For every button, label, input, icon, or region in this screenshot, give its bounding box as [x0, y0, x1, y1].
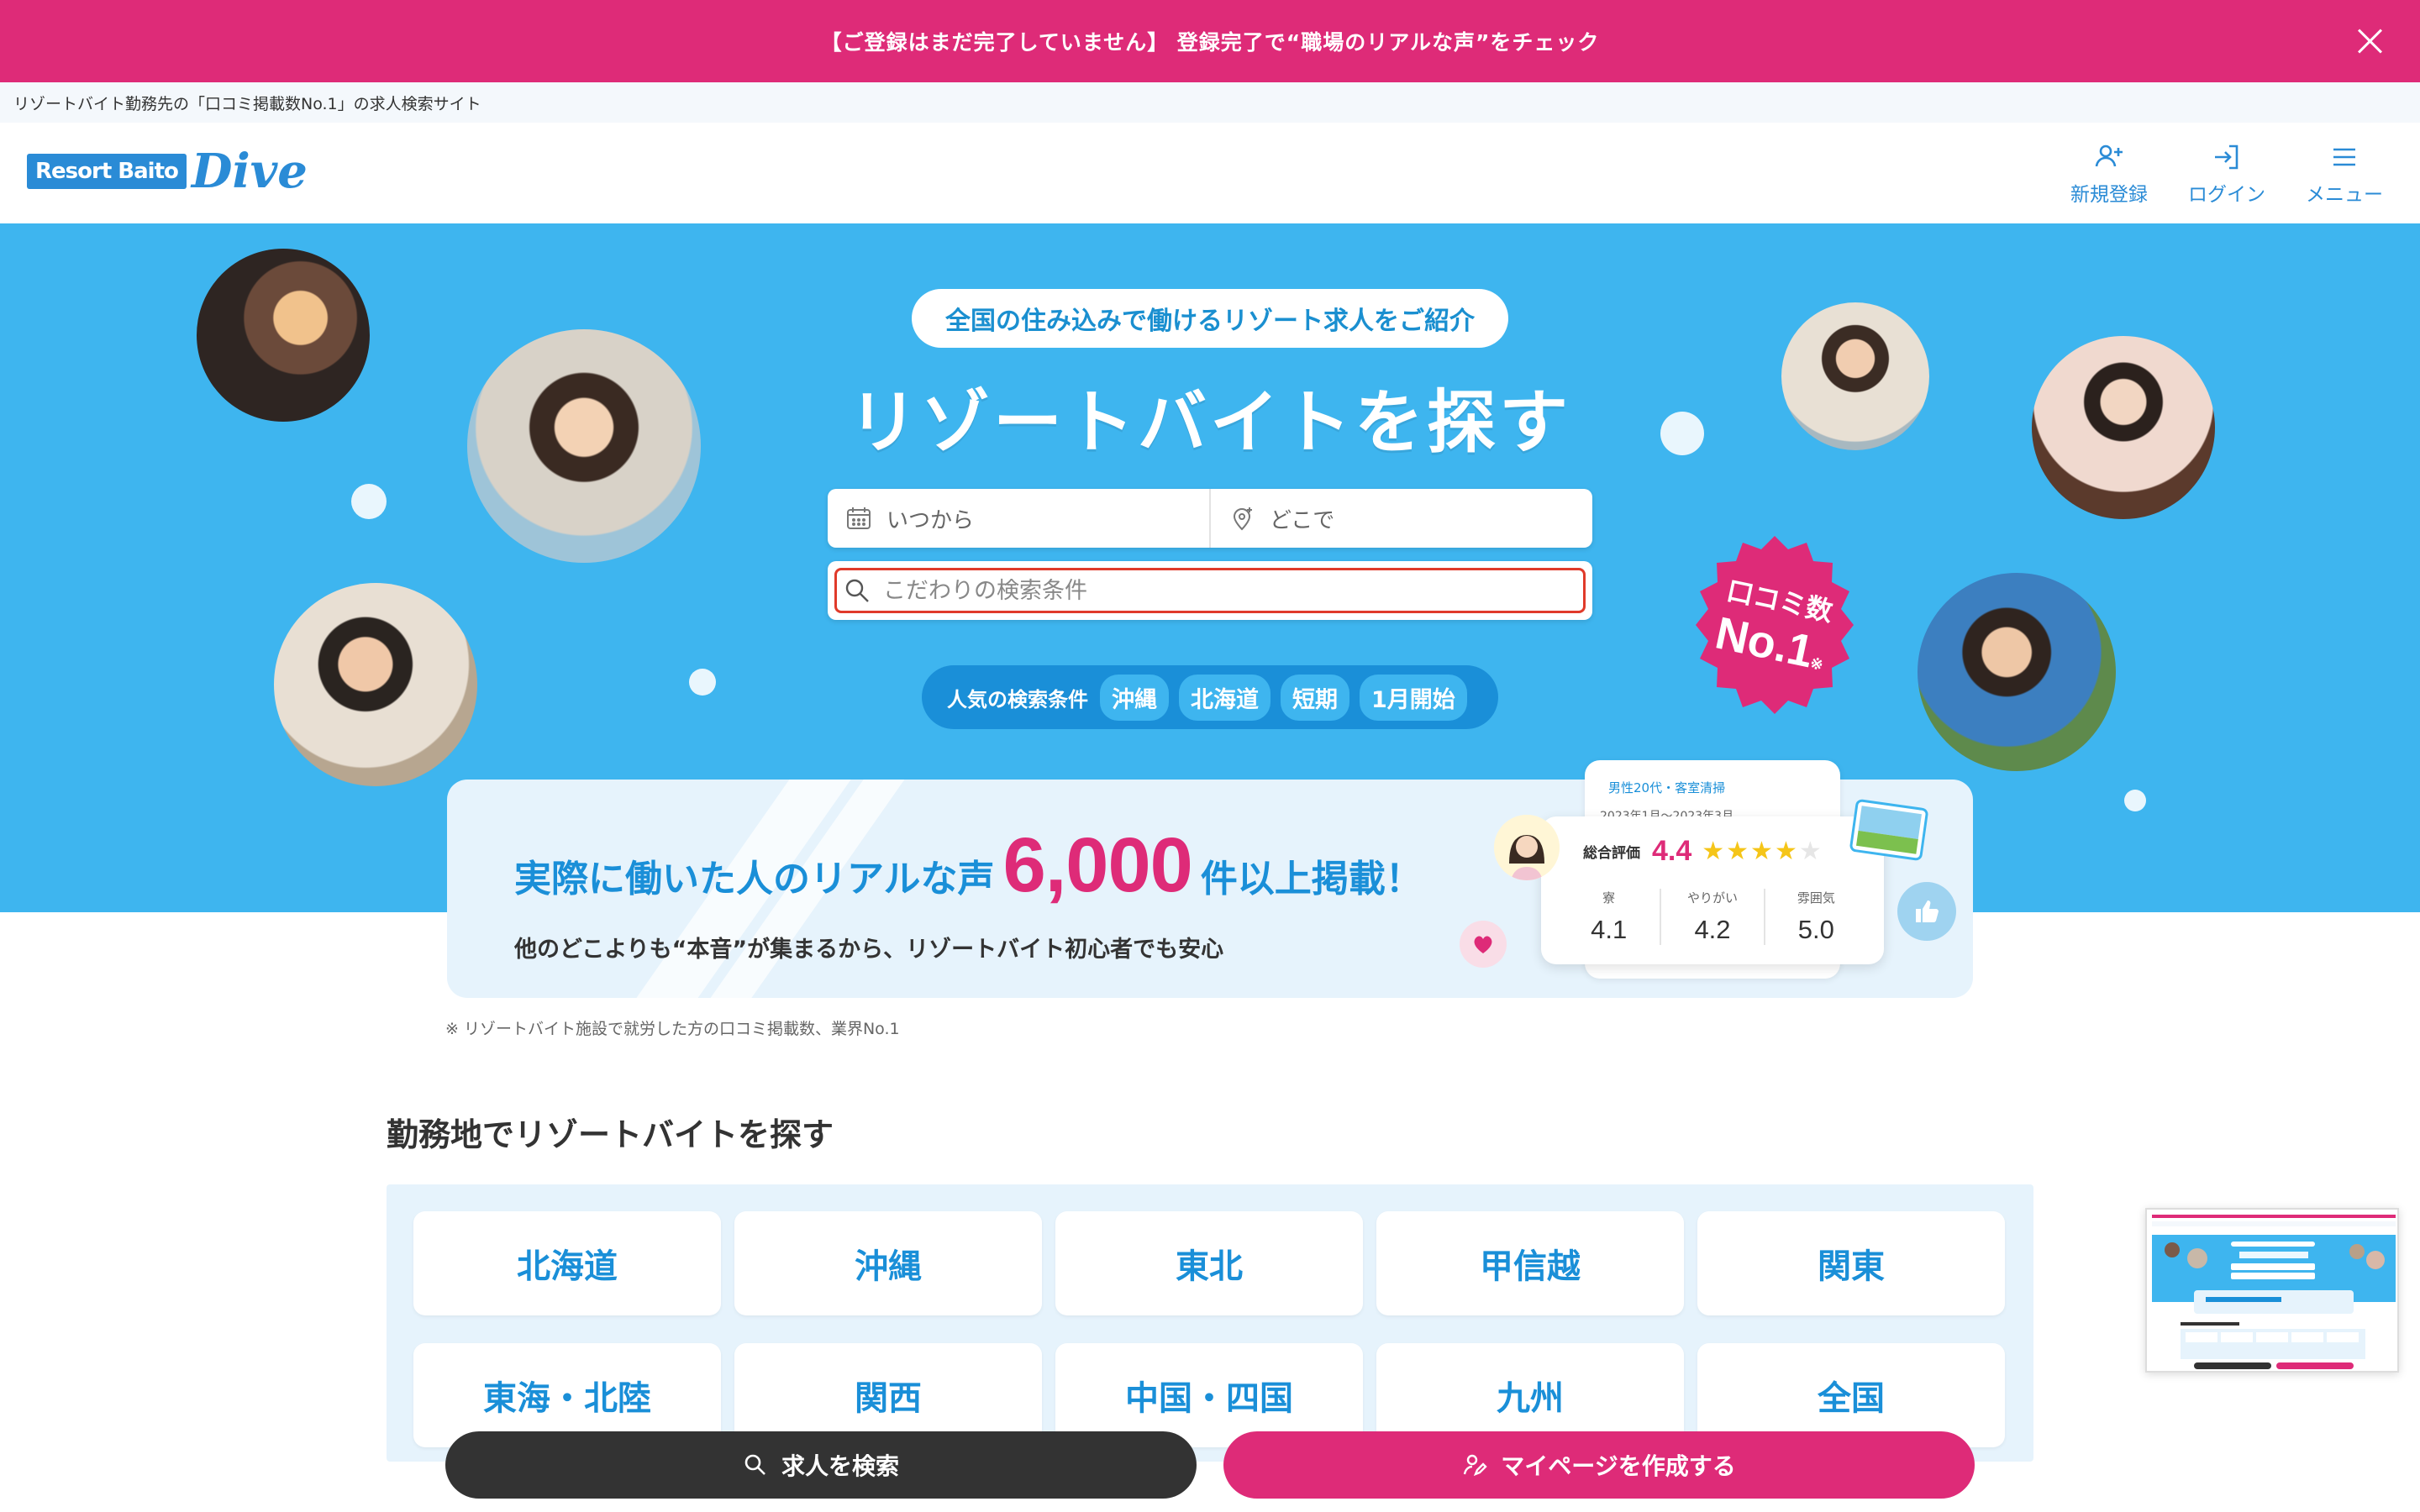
- review-subtext: 他のどこよりも“本音”が集まるから、リゾートバイト初心者でも安心: [514, 937, 1224, 963]
- area-grid: 北海道 沖縄 東北 甲信越 関東 東海・北陸 関西 中国・四国 九州 全国: [387, 1184, 2033, 1462]
- area-tohoku[interactable]: 東北: [1055, 1211, 1363, 1315]
- menu-button[interactable]: メニュー: [2302, 139, 2386, 207]
- review-count-badge: 口コミ数 No.1※: [1681, 531, 1869, 719]
- when-field[interactable]: いつから: [828, 489, 1209, 548]
- heart-icon: [1460, 921, 1507, 968]
- decor-dot: [689, 669, 716, 696]
- create-mypage-button[interactable]: マイページを作成する: [1223, 1431, 1975, 1499]
- overall-score: 4.4: [1652, 835, 1692, 867]
- site-header: Resort Baito Dive 新規登録 ログイン メニュー: [0, 123, 2420, 223]
- search-icon: [744, 1454, 765, 1475]
- user-edit-icon: [1464, 1454, 1487, 1477]
- popular-conditions: 人気の検索条件 沖縄 北海道 短期 1月開始: [922, 665, 1498, 729]
- hero-photo-man: [274, 583, 477, 786]
- location-pin-icon: [1233, 507, 1252, 531]
- area-okinawa[interactable]: 沖縄: [734, 1211, 1042, 1315]
- area-section-title: 勤務地でリゾートバイトを探す: [387, 1116, 834, 1153]
- where-field[interactable]: どこで: [1209, 489, 1592, 548]
- notice-text: 【ご登録はまだ完了していません】 登録完了で“職場のリアルな声”をチェック: [820, 30, 1600, 55]
- decor-dot: [2124, 790, 2146, 811]
- score-atmosphere: 雰囲気 5.0: [1763, 889, 1867, 945]
- reviewer-tag: 男性20代・客室清掃: [1608, 780, 1726, 795]
- search-jobs-button[interactable]: 求人を検索: [445, 1431, 1197, 1499]
- score-rewarding: やりがい 4.2: [1660, 889, 1763, 945]
- close-icon[interactable]: [2354, 25, 2386, 57]
- signup-button[interactable]: 新規登録: [2067, 139, 2151, 207]
- when-placeholder: いつから: [886, 507, 975, 533]
- page-preview-thumbnail[interactable]: [2145, 1208, 2399, 1373]
- score-dorm: 寮 4.1: [1591, 890, 1628, 944]
- signup-label: 新規登録: [2070, 184, 2148, 206]
- hero-photo-resort: [1918, 573, 2116, 771]
- chip-january-start[interactable]: 1月開始: [1360, 674, 1467, 721]
- search-icon: [845, 579, 869, 602]
- keyword-search: [828, 561, 1592, 620]
- thumbs-up-icon: [1897, 882, 1956, 941]
- chip-short-term[interactable]: 短期: [1281, 674, 1349, 721]
- search-jobs-label: 求人を検索: [781, 1452, 899, 1480]
- review-score-card: 総合評価 4.4 ★★★★★ 寮 4.1 やりがい 4.2 雰囲気 5.0: [1541, 816, 1884, 964]
- review-count: 6,000: [1002, 822, 1193, 908]
- registration-notice-bar[interactable]: 【ご登録はまだ完了していません】 登録完了で“職場のリアルな声”をチェック: [0, 0, 2420, 82]
- create-mypage-label: マイページを作成する: [1501, 1452, 1736, 1480]
- ticket-photo-icon: [1849, 799, 1928, 861]
- area-hokkaido[interactable]: 北海道: [413, 1211, 721, 1315]
- reviewer-avatar-icon: [1494, 815, 1560, 880]
- site-logo[interactable]: Resort Baito Dive: [27, 148, 308, 195]
- overall-label: 総合評価: [1583, 845, 1640, 862]
- user-plus-icon: [2095, 144, 2123, 167]
- site-tagline: リゾートバイト勤務先の「口コミ掲載数No.1」の求人検索サイト: [0, 82, 2420, 123]
- menu-label: メニュー: [2306, 184, 2383, 206]
- login-icon: [2215, 144, 2238, 170]
- review-heading: 実際に働いた人のリアルな声 6,000 件以上掲載！: [514, 822, 1423, 908]
- decor-dot: [351, 484, 387, 519]
- login-label: ログイン: [2188, 184, 2265, 206]
- logo-script: Dive: [191, 144, 308, 199]
- area-koshinetsu[interactable]: 甲信越: [1376, 1211, 1684, 1315]
- search-when-where: いつから どこで: [828, 489, 1592, 548]
- star-rating: ★★★★★: [1702, 837, 1823, 866]
- calendar-icon: [847, 507, 871, 529]
- login-button[interactable]: ログイン: [2185, 139, 2269, 207]
- area-kanto[interactable]: 関東: [1697, 1211, 2005, 1315]
- popular-label: 人気の検索条件: [947, 687, 1088, 711]
- hero-catchcopy: 全国の住み込みで働けるリゾート求人をご紹介: [912, 289, 1508, 348]
- page-title: リゾートバイトを探す: [848, 383, 1571, 463]
- keyword-input[interactable]: [883, 577, 1539, 604]
- menu-icon: [2333, 148, 2355, 166]
- chip-okinawa[interactable]: 沖縄: [1100, 674, 1169, 721]
- footnote: ※ リゾートバイト施設で就労した方の口コミ掲載数、業界No.1: [445, 1020, 900, 1038]
- logo-wordmark: Resort Baito: [27, 154, 187, 189]
- chip-hokkaido[interactable]: 北海道: [1179, 674, 1270, 721]
- where-placeholder: どこで: [1270, 507, 1335, 533]
